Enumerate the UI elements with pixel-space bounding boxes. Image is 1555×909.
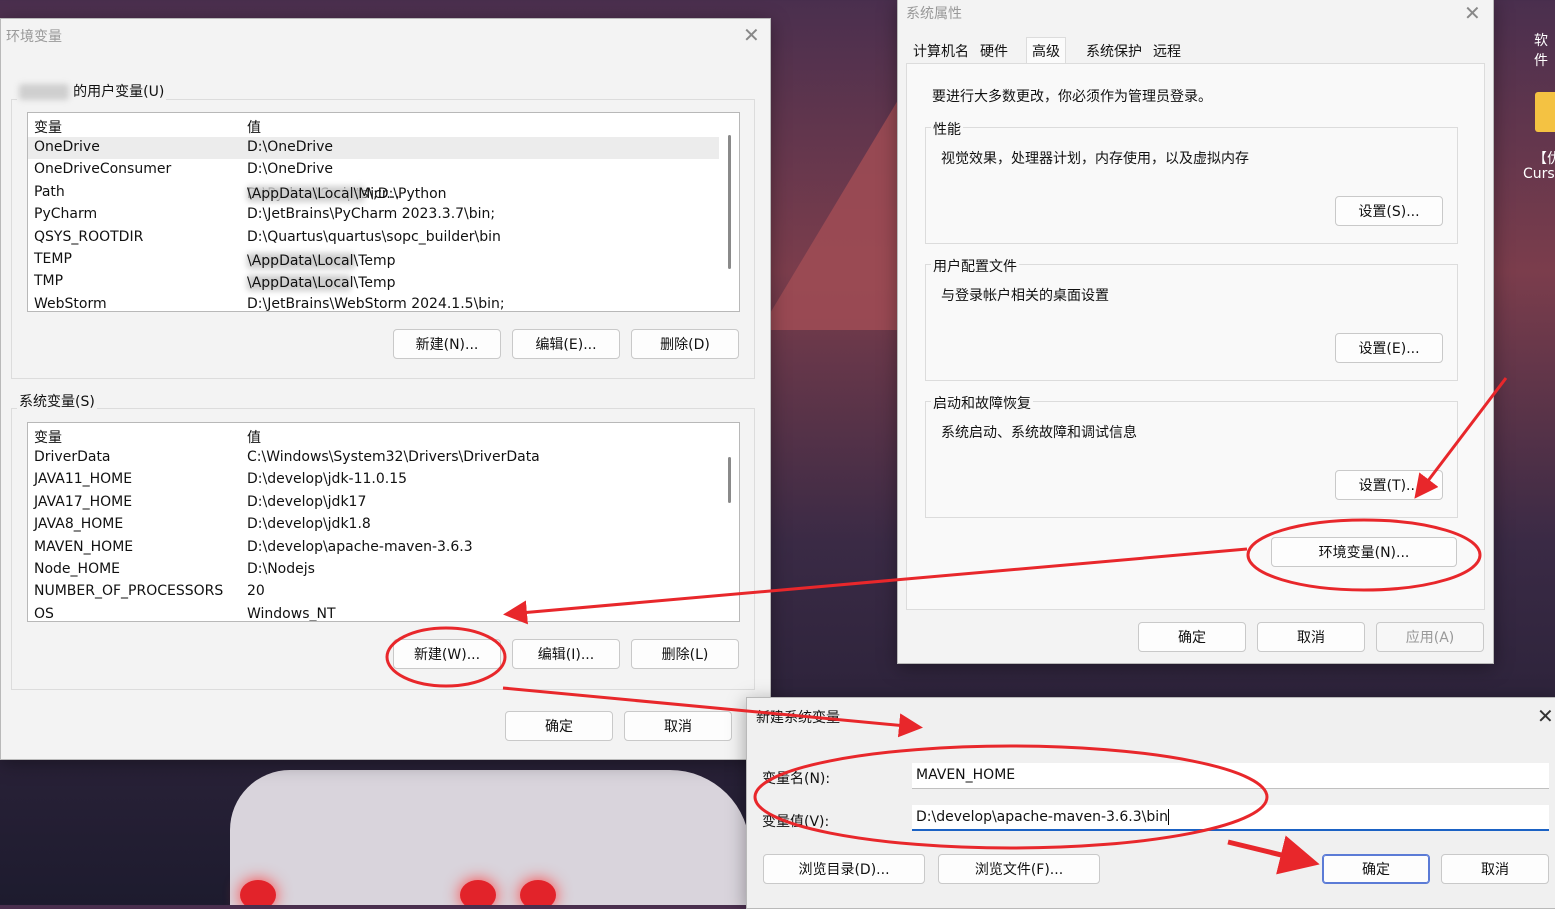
env-vars-button[interactable]: 环境变量(N)... (1271, 537, 1457, 567)
table-row[interactable]: MAVEN_HOME D:\develop\apache-maven-3.6.3 (28, 537, 719, 559)
new-system-variable-dialog: 新建系统变量 ✕ 变量名(N): MAVEN_HOME 变量值(V): D:\d… (746, 697, 1555, 909)
variable-value-input[interactable]: D:\develop\apache-maven-3.6.3\bin (912, 805, 1549, 831)
column-header-value[interactable]: 值 (247, 117, 261, 137)
table-row[interactable]: JAVA17_HOME D:\develop\jdk17 (28, 492, 719, 514)
wallpaper-car-light (460, 880, 496, 905)
system-delete-button[interactable]: 删除(L) (631, 639, 739, 669)
startup-settings-button[interactable]: 设置(T)... (1335, 470, 1443, 500)
profiles-settings-button[interactable]: 设置(E)... (1335, 333, 1443, 363)
user-edit-button[interactable]: 编辑(E)... (512, 329, 620, 359)
table-row[interactable]: TMPx\AppData\Local\Temp (28, 271, 719, 293)
system-vars-list[interactable]: 变量 值 DriverData C:\Windows\System32\Drive… (27, 422, 740, 622)
table-row[interactable]: QSYS_ROOTDIR D:\Quartus\quartus\sopc_buil… (28, 227, 719, 249)
profiles-group (925, 264, 1458, 381)
dialog-title: 新建系统变量 (756, 710, 840, 726)
startup-label: 启动和故障恢复 (931, 393, 1033, 413)
variable-name-label: 变量名(N): (762, 771, 831, 787)
tab-remote[interactable]: 远程 (1148, 39, 1186, 63)
performance-settings-button[interactable]: 设置(S)... (1335, 196, 1443, 226)
ok-button[interactable]: 确定 (505, 711, 613, 741)
table-row[interactable]: WebStorm D:\JetBrains\WebStorm 2024.1.5\b… (28, 294, 719, 311)
tab-advanced[interactable]: 高级 (1026, 37, 1066, 64)
performance-group (925, 127, 1458, 244)
table-row[interactable]: PyCharm D:\JetBrains\PyCharm 2023.3.7\bin… (28, 204, 719, 226)
cancel-button[interactable]: 取消 (1441, 854, 1549, 884)
admin-note: 要进行大多数更改，你必须作为管理员登录。 (932, 89, 1212, 105)
desktop-icon-label-bracket[interactable]: 【优 (1533, 148, 1555, 168)
env-vars-window: 环境变量 ✕ xxxxxx 的用户变量(U) 变量 值 OneDriveD:\O… (0, 18, 771, 760)
ok-button[interactable]: 确定 (1322, 854, 1430, 884)
list-header: 变量 值 (28, 113, 719, 137)
ok-button[interactable]: 确定 (1138, 622, 1246, 652)
cancel-button[interactable]: 取消 (624, 711, 732, 741)
table-row[interactable]: OS Windows_NT (28, 604, 719, 621)
profiles-label: 用户配置文件 (931, 256, 1019, 276)
column-header-variable[interactable]: 变量 (34, 117, 62, 137)
profiles-desc: 与登录帐户相关的桌面设置 (941, 288, 1109, 304)
close-icon[interactable]: ✕ (743, 25, 760, 45)
folder-icon[interactable] (1535, 92, 1555, 132)
window-title: 环境变量 (6, 29, 62, 45)
apply-button[interactable]: 应用(A) (1376, 622, 1484, 652)
table-row[interactable]: OneDriveConsumer D:\OneDrive (28, 159, 719, 181)
desktop-icon-label-software[interactable]: 软件 (1534, 30, 1555, 70)
browse-directory-button[interactable]: 浏览目录(D)... (763, 854, 925, 884)
table-row[interactable]: PathD:\Python\Scripts\;D:\Pythonx\AppDat… (28, 182, 719, 204)
tab-hardware[interactable]: 硬件 (975, 39, 1013, 63)
variable-value-label: 变量值(V): (762, 814, 830, 830)
tab-panel: 要进行大多数更改，你必须作为管理员登录。 性能 视觉效果，处理器计划，内存使用，… (906, 63, 1485, 610)
scrollbar[interactable] (728, 135, 731, 269)
cancel-button[interactable]: 取消 (1257, 622, 1365, 652)
table-row[interactable]: Node_HOME D:\Nodejs (28, 559, 719, 581)
close-icon[interactable]: ✕ (1464, 3, 1481, 23)
system-edit-button[interactable]: 编辑(I)... (512, 639, 620, 669)
close-icon[interactable]: ✕ (1537, 706, 1554, 726)
table-row[interactable]: JAVA11_HOME D:\develop\jdk-11.0.15 (28, 469, 719, 491)
variable-name-input[interactable]: MAVEN_HOME (912, 763, 1549, 789)
startup-desc: 系统启动、系统故障和调试信息 (941, 425, 1137, 441)
desktop-icon-label-cursor[interactable]: Curs (1523, 166, 1555, 182)
table-row[interactable]: TEMPx\AppData\Local\Temp (28, 249, 719, 271)
table-row[interactable]: NUMBER_OF_PROCESSORS 20 (28, 581, 719, 603)
performance-label: 性能 (931, 119, 963, 139)
column-header-value[interactable]: 值 (247, 427, 261, 447)
list-header: 变量 值 (28, 423, 719, 447)
table-row[interactable]: DriverData C:\Windows\System32\Drivers\Dr… (28, 447, 719, 469)
scrollbar[interactable] (728, 457, 731, 503)
user-vars-list[interactable]: 变量 值 OneDrive D:\OneDrive OneDriveConsume… (27, 112, 740, 312)
table-row[interactable]: OneDrive D:\OneDrive (28, 137, 719, 160)
system-properties-window: 系统属性 ✕ 计算机名 硬件 高级 系统保护 远程 要进行大多数更改，你必须作为… (897, 0, 1494, 664)
user-vars-label: xxxxxx 的用户变量(U) (17, 81, 167, 101)
browse-file-button[interactable]: 浏览文件(F)... (938, 854, 1100, 884)
tab-computer-name[interactable]: 计算机名 (908, 39, 974, 63)
column-header-variable[interactable]: 变量 (34, 427, 62, 447)
system-new-button[interactable]: 新建(W)... (393, 639, 501, 669)
wallpaper-car-light (240, 880, 276, 905)
window-title: 系统属性 (906, 6, 962, 22)
tab-system-protection[interactable]: 系统保护 (1081, 39, 1147, 63)
user-delete-button[interactable]: 删除(D) (631, 329, 739, 359)
wallpaper-car-light (520, 880, 556, 905)
performance-desc: 视觉效果，处理器计划，内存使用，以及虚拟内存 (941, 151, 1249, 167)
redacted-username: xxxxxx (19, 84, 69, 100)
system-vars-label: 系统变量(S) (17, 391, 97, 411)
text-caret (1167, 809, 1169, 825)
table-row[interactable]: JAVA8_HOME D:\develop\jdk1.8 (28, 514, 719, 536)
user-new-button[interactable]: 新建(N)... (393, 329, 501, 359)
startup-group (925, 401, 1458, 518)
